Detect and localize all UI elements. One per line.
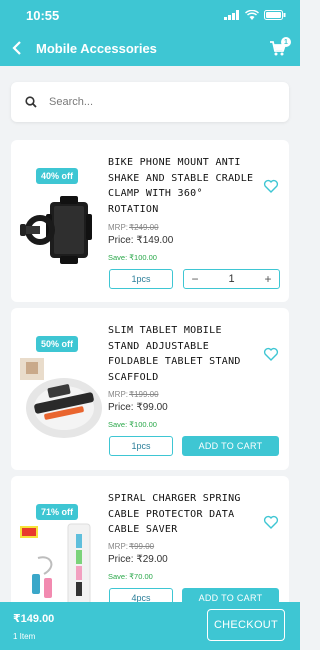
checkout-button[interactable]: CHECKOUT <box>207 609 285 641</box>
discount-badge: 40% off <box>36 168 79 184</box>
back-arrow-icon <box>12 41 21 55</box>
wifi-icon <box>245 10 259 20</box>
cart-button[interactable]: 1 <box>262 30 294 66</box>
heart-icon[interactable] <box>263 178 279 194</box>
save-amount: Save: ₹70.00 <box>108 572 153 581</box>
product-image-tablet-stand <box>17 350 103 444</box>
product-card[interactable]: 50% off SLIM TABLET MOBILE STAND ADJUSTA… <box>11 308 289 470</box>
mrp-label: MRP: <box>108 223 128 232</box>
unit-select[interactable]: 1pcs <box>109 269 173 289</box>
price: Price: ₹149.00 <box>108 235 174 246</box>
checkout-bar: ₹149.00 1 Item CHECKOUT <box>0 602 300 650</box>
back-button[interactable] <box>4 30 30 66</box>
app-bar: Mobile Accessories 1 <box>0 30 300 66</box>
cart-item-count: 1 Item <box>13 632 36 641</box>
search-bar <box>11 82 289 122</box>
add-to-cart-button[interactable]: ADD TO CART <box>182 436 279 456</box>
product-list: 40% off BIKE PHONE MOUNT ANTI SHAKE AND … <box>11 140 289 622</box>
mrp-value: ₹249.00 <box>129 223 159 232</box>
cart-count-badge: 1 <box>281 37 291 47</box>
product-card[interactable]: 40% off BIKE PHONE MOUNT ANTI SHAKE AND … <box>11 140 289 302</box>
mrp: MRP:₹249.00 <box>108 223 159 232</box>
decrease-quantity-button[interactable]: − <box>184 270 206 288</box>
product-name: SPIRAL CHARGER SPRING CABLE PROTECTOR DA… <box>108 493 241 535</box>
save-amount: Save: ₹100.00 <box>108 420 157 429</box>
heart-icon[interactable] <box>263 346 279 362</box>
price: Price: ₹99.00 <box>108 402 168 413</box>
save-amount: Save: ₹100.00 <box>108 253 157 262</box>
discount-badge: 71% off <box>36 504 79 520</box>
battery-icon <box>264 10 286 20</box>
mrp: MRP:₹199.00 <box>108 390 159 399</box>
mrp-label: MRP: <box>108 390 128 399</box>
product-name: SLIM TABLET MOBILE STAND ADJUSTABLE FOLD… <box>108 325 241 383</box>
search-icon <box>25 96 37 108</box>
unit-select[interactable]: 1pcs <box>109 436 173 456</box>
quantity-value: 1 <box>228 273 235 285</box>
quantity-stepper: − 1 + <box>183 269 280 289</box>
mrp-label: MRP: <box>108 542 128 551</box>
product-image-bike-mount <box>17 182 103 276</box>
product-image-cable-saver <box>17 518 103 612</box>
cart-total: ₹149.00 <box>13 613 55 625</box>
mrp-value: ₹199.00 <box>129 390 159 399</box>
page-title: Mobile Accessories <box>36 40 157 56</box>
product-card[interactable]: 71% off SPIRAL CHARGER SPRING CABLE PROT… <box>11 476 289 616</box>
status-time: 10:55 <box>26 7 60 23</box>
increase-quantity-button[interactable]: + <box>257 270 279 288</box>
price: Price: ₹29.00 <box>108 554 168 565</box>
mrp: MRP:₹99.00 <box>108 542 154 551</box>
status-icons <box>224 10 286 20</box>
heart-icon[interactable] <box>263 514 279 530</box>
mrp-value: ₹99.00 <box>129 542 155 551</box>
product-name: BIKE PHONE MOUNT ANTI SHAKE AND STABLE C… <box>108 157 254 215</box>
status-bar: 10:55 <box>0 0 300 30</box>
search-input[interactable] <box>49 96 249 108</box>
signal-icon <box>224 10 239 20</box>
discount-badge: 50% off <box>36 336 79 352</box>
